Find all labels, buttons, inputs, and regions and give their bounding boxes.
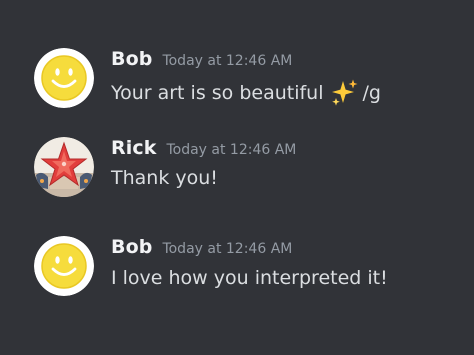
message-content: I love how you interpreted it!	[111, 267, 388, 289]
avatar[interactable]	[34, 48, 94, 108]
smiley-icon	[34, 48, 94, 108]
smiley-icon	[34, 236, 94, 296]
message-text-suffix: /g	[362, 82, 381, 104]
message-item: Bob Today at 12:46 AM Your art is so bea…	[0, 48, 474, 128]
chat-messages: Bob Today at 12:46 AM Your art is so bea…	[0, 0, 474, 355]
timestamp[interactable]: Today at 12:46 AM	[162, 241, 292, 257]
timestamp[interactable]: Today at 12:46 AM	[166, 142, 296, 158]
message-content: Your art is so beautiful /g	[111, 78, 381, 108]
sparkles-icon[interactable]	[329, 78, 359, 108]
message-text: I love how you interpreted it!	[111, 267, 388, 289]
message-text: Your art is so beautiful	[111, 82, 324, 104]
message-header: Bob Today at 12:46 AM	[111, 236, 292, 262]
message-header: Bob Today at 12:46 AM	[111, 48, 292, 74]
message-text: Thank you!	[111, 167, 218, 189]
message-item: Rick Today at 12:46 AM Thank you!	[0, 137, 474, 217]
message-item: Bob Today at 12:46 AM I love how you int…	[0, 236, 474, 316]
starfish-avatar-icon	[34, 137, 94, 197]
username[interactable]: Bob	[111, 48, 152, 70]
avatar[interactable]	[34, 137, 94, 197]
username[interactable]: Rick	[111, 137, 156, 159]
message-content: Thank you!	[111, 167, 218, 189]
avatar[interactable]	[34, 236, 94, 296]
username[interactable]: Bob	[111, 236, 152, 258]
timestamp[interactable]: Today at 12:46 AM	[162, 53, 292, 69]
message-header: Rick Today at 12:46 AM	[111, 137, 296, 163]
